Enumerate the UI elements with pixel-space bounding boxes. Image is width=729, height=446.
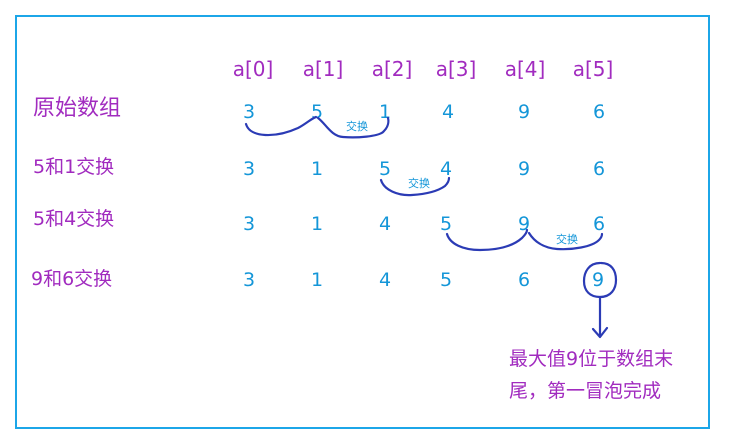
swap-bracket-r0 (316, 116, 390, 139)
circle-max-9 (582, 261, 618, 299)
swap-arc-r1 (379, 176, 451, 197)
conclusion-note: 最大值9位于数组末 尾，第一冒泡完成 (509, 343, 673, 407)
swap-arc-r0-left (244, 115, 318, 137)
note-line-1: 最大值9位于数组末 (509, 348, 674, 370)
swap-arc-r2-right (527, 231, 604, 251)
note-line-2: 尾，第一冒泡完成 (509, 380, 662, 402)
swap-arc-r2-left (445, 228, 529, 252)
